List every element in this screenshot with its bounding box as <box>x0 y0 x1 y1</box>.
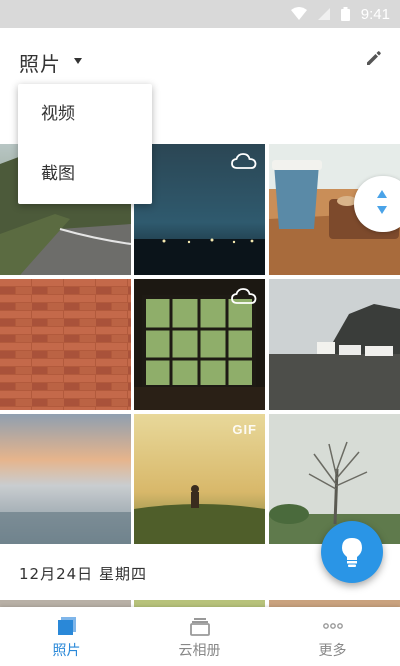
photo-tile-night-city[interactable] <box>134 144 265 275</box>
photo-tile-cliff-houses[interactable] <box>269 279 400 410</box>
photo-brick-wall <box>0 279 131 410</box>
more-dots-icon <box>323 623 343 629</box>
cloud-album-icon <box>190 618 210 636</box>
wifi-icon <box>290 7 307 20</box>
dropdown-caret-icon[interactable] <box>74 58 82 64</box>
lightbulb-fab-button[interactable] <box>321 521 383 583</box>
nav-label-photos: 照片 <box>52 643 81 659</box>
photo-tile-bare-tree[interactable] <box>269 414 400 544</box>
signal-icon <box>317 8 330 20</box>
date-label: 12月24日 星期四 <box>19 565 147 583</box>
status-bar: 9:41 <box>0 0 400 28</box>
status-time: 9:41 <box>360 5 390 23</box>
album-selector-title[interactable]: 照片 <box>19 48 61 77</box>
battery-icon <box>340 7 350 21</box>
pencil-edit-icon[interactable] <box>364 48 384 68</box>
status-icons: 9:41 <box>290 5 390 23</box>
nav-item-more[interactable]: 更多 <box>266 607 399 666</box>
photo-tile-foggy-sunset[interactable] <box>0 414 131 544</box>
nav-item-photos[interactable]: 照片 <box>0 607 133 666</box>
lightbulb-icon <box>342 538 362 567</box>
nav-item-cloud-album[interactable]: 云相册 <box>133 607 266 666</box>
photo-tile-brick-wall[interactable] <box>0 279 131 410</box>
nav-label-cloud-album: 云相册 <box>178 643 221 659</box>
photo-cliff-houses <box>269 279 400 410</box>
photo-foggy-sunset <box>0 414 131 544</box>
bottom-navigation: 照片 云相册 更多 <box>0 607 400 666</box>
menu-item-video[interactable]: 视频 <box>18 84 152 144</box>
cloud-icon <box>231 153 257 169</box>
photo-grid: GIF <box>0 144 400 544</box>
photos-icon <box>58 617 76 635</box>
scroll-up-arrow-icon <box>377 190 387 198</box>
album-dropdown-menu: 视频 截图 <box>18 84 152 204</box>
photo-bare-tree <box>269 414 400 544</box>
cloud-icon <box>231 288 257 304</box>
nav-label-more: 更多 <box>318 643 347 659</box>
menu-item-screenshot[interactable]: 截图 <box>18 144 152 204</box>
photo-tile-window-plants[interactable] <box>134 279 265 410</box>
photo-tile-golden-field[interactable]: GIF <box>134 414 265 544</box>
scroll-down-arrow-icon <box>377 206 387 214</box>
gif-badge: GIF <box>232 422 257 437</box>
